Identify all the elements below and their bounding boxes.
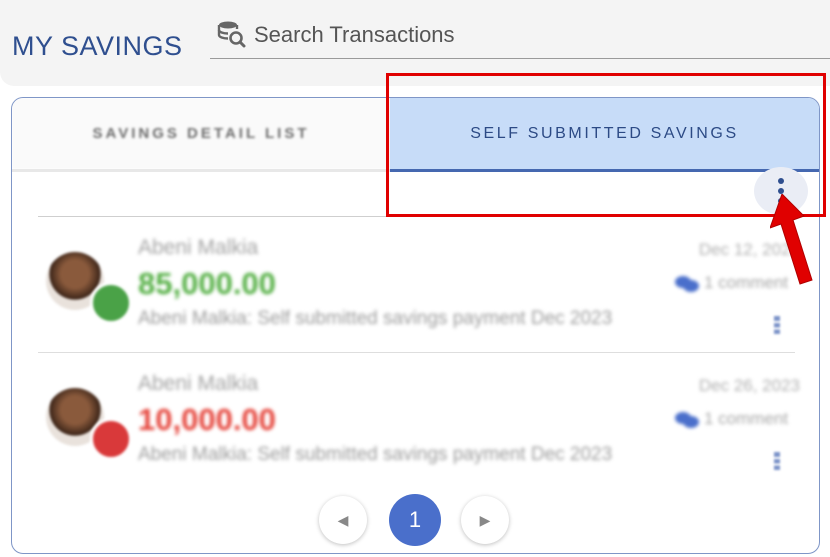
page-title: MY SAVINGS: [12, 31, 183, 61]
transaction-name: Abeni Malkia: [138, 236, 259, 259]
search-bar[interactable]: [210, 16, 830, 59]
transaction-date: Dec 26, 2023: [698, 376, 800, 395]
tab-savings-detail-list[interactable]: SAVINGS DETAIL LIST: [12, 98, 391, 169]
annotation-highlight-box: [386, 73, 826, 217]
row-more-options-icon[interactable]: [774, 316, 780, 334]
next-page-button[interactable]: ▶: [461, 496, 509, 544]
search-input[interactable]: [252, 18, 816, 52]
page-1-button[interactable]: 1: [389, 494, 441, 546]
transaction-description: Abeni Malkia: Self submitted savings pay…: [138, 444, 613, 465]
database-search-icon: [217, 21, 246, 48]
transaction-description: Abeni Malkia: Self submitted savings pay…: [138, 308, 613, 329]
comment-icon: [675, 412, 699, 428]
chevron-left-icon: ◀: [337, 511, 349, 528]
transaction-name: Abeni Malkia: [138, 372, 259, 395]
transaction-amount: 10,000.00: [138, 402, 276, 437]
chevron-right-icon: ▶: [479, 511, 491, 528]
row-more-options-icon[interactable]: [774, 452, 780, 470]
transaction-amount: 85,000.00: [138, 266, 276, 301]
tab-underline: [12, 169, 390, 172]
transaction-row[interactable]: Abeni Malkia 85,000.00 Abeni Malkia: Sel…: [38, 230, 800, 350]
approved-status-icon: [90, 282, 132, 324]
previous-page-button[interactable]: ◀: [319, 496, 367, 544]
divider: [38, 352, 795, 353]
comment-icon: [675, 276, 699, 292]
annotation-arrow-icon: [770, 194, 813, 285]
rejected-status-icon: [90, 418, 132, 460]
transaction-row[interactable]: Abeni Malkia 10,000.00 Abeni Malkia: Sel…: [38, 366, 800, 486]
comment-count[interactable]: 1 comment: [704, 409, 788, 429]
